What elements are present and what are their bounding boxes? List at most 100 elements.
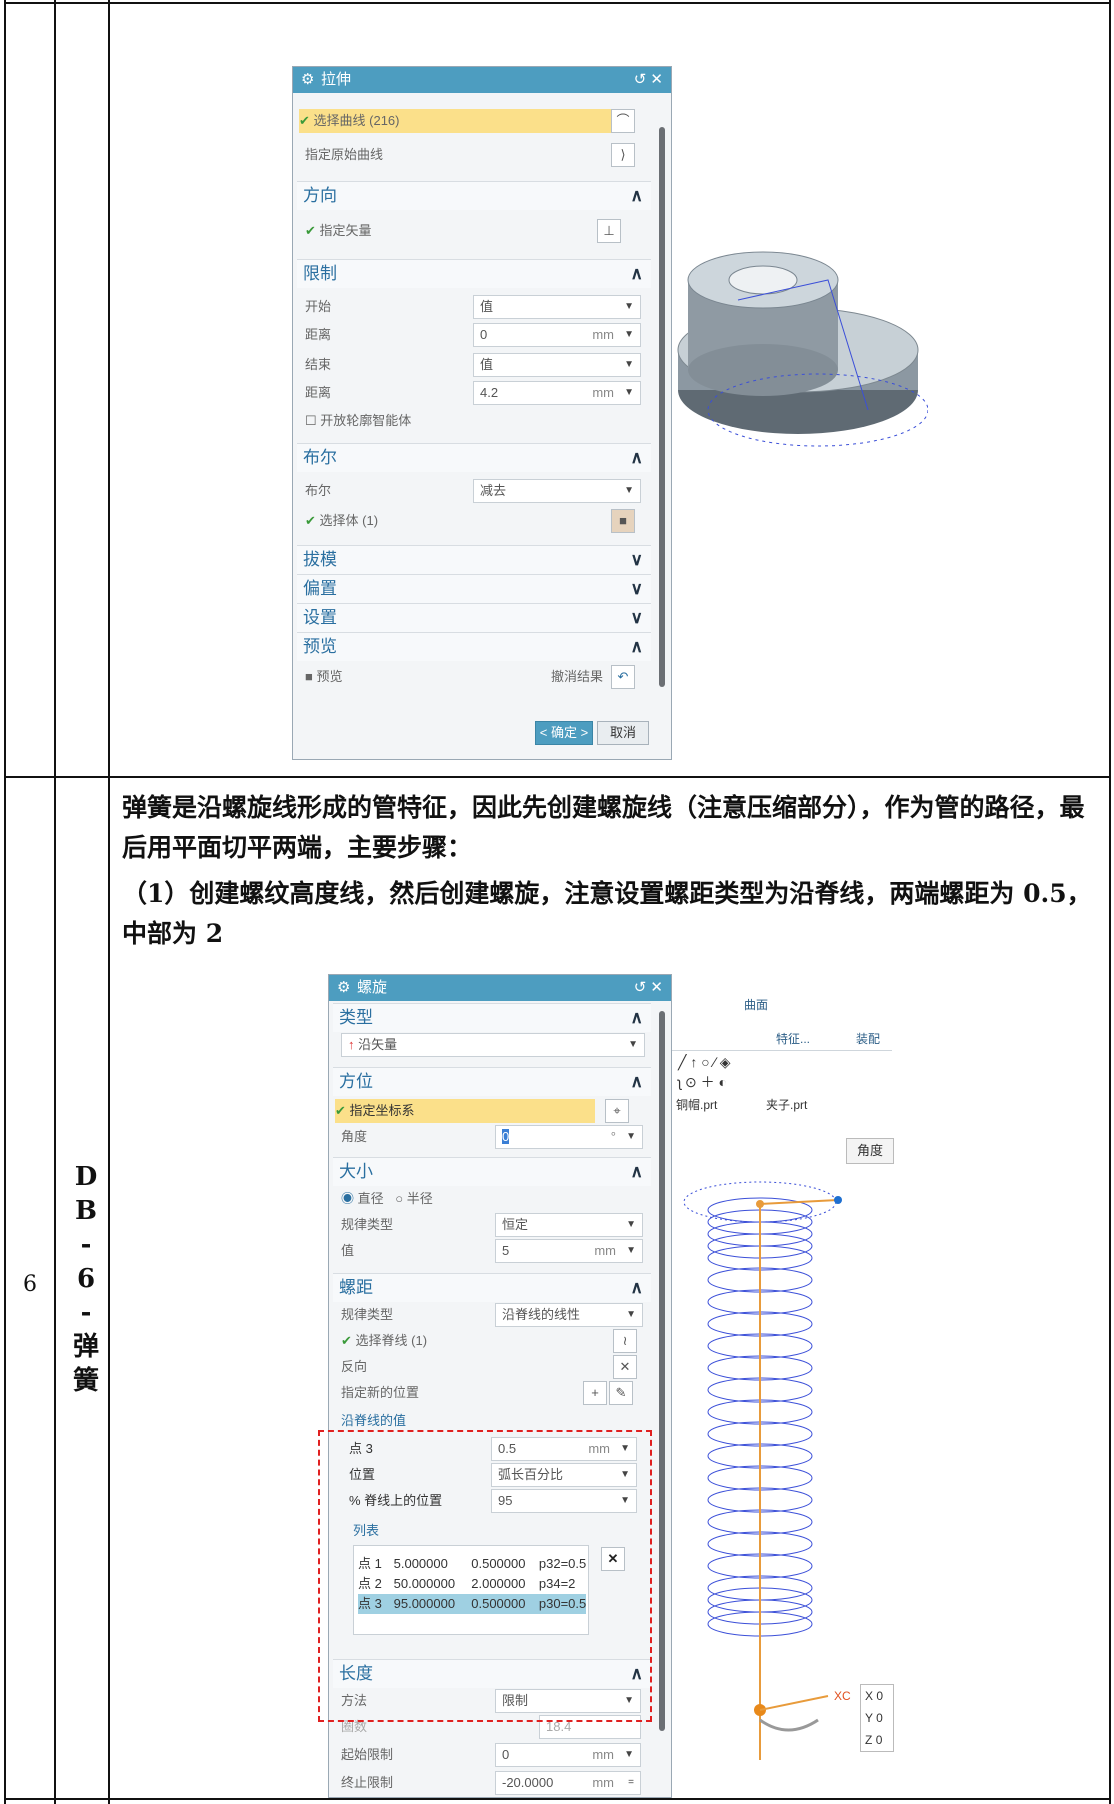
coord-value[interactable]: 0 xyxy=(876,1733,883,1747)
row-name-char: - xyxy=(80,1230,92,1260)
chevron-up-icon: ∧ xyxy=(630,264,643,283)
specify-csys-label: 指定坐标系 xyxy=(349,1103,415,1118)
sketch-tools-icons[interactable]: ╱ ↑ ○ ∕ ◈ xyxy=(678,1054,731,1071)
surface-label[interactable]: 曲面 xyxy=(744,996,768,1013)
specify-vector-label: 指定矢量 xyxy=(319,223,372,238)
boolean-select[interactable]: 减去 ▼ xyxy=(473,479,641,503)
section-preview[interactable]: 预览 ∧ xyxy=(297,632,651,661)
section-preview-title: 预览 xyxy=(303,637,337,656)
specify-vector-row[interactable]: ✔ 指定矢量 xyxy=(305,219,647,243)
end-limit-input[interactable]: -20.0000 mm = xyxy=(495,1771,641,1795)
reset-close-icons[interactable]: ↺ ✕ xyxy=(634,975,663,1001)
table-row-divider xyxy=(4,776,1111,778)
distance-label: 距离 xyxy=(305,327,332,342)
dropdown-icon: ▼ xyxy=(626,1245,636,1256)
start-limit-label: 起始限制 xyxy=(341,1747,394,1762)
tab-tongmao[interactable]: 铜帽.prt xyxy=(676,1096,717,1113)
toolbar-divider xyxy=(672,1050,892,1051)
point-dialog-icon[interactable]: ✎ xyxy=(609,1381,633,1405)
point-icon[interactable]: + xyxy=(583,1381,607,1405)
pitch-law-select[interactable]: 沿脊线的线性 ▼ xyxy=(495,1303,643,1327)
row-name-char: 6 xyxy=(76,1264,96,1294)
diameter-label: 直径 xyxy=(357,1191,384,1206)
checkbox-icon[interactable]: ■ xyxy=(305,669,313,684)
row-name-char: 弹 xyxy=(72,1332,99,1362)
cancel-button[interactable]: 取消 xyxy=(597,721,649,745)
sketch-tools-icons-2[interactable]: ʅ ⊙ ＋ ◐ xyxy=(678,1072,727,1092)
radio-icon[interactable]: ○ xyxy=(395,1191,403,1206)
open-profile-row[interactable]: ☐ 开放轮廓智能体 xyxy=(305,409,647,433)
coord-value[interactable]: 0 xyxy=(876,1711,883,1725)
vector-icon[interactable]: ⊥ xyxy=(597,219,621,243)
check-icon: ✔ xyxy=(341,1333,352,1348)
chevron-up-icon: ∧ xyxy=(630,448,643,467)
spine-point xyxy=(756,1200,764,1208)
scrollbar[interactable] xyxy=(659,1011,665,1731)
instruction-paragraph-2: （1）创建螺纹高度线，然后创建螺旋，注意设置螺距类型为沿脊线，两端螺距为 0.5… xyxy=(122,879,1092,948)
section-pitch[interactable]: 螺距 ∧ xyxy=(333,1273,651,1302)
start-limit-input[interactable]: 0 mm ▼ xyxy=(495,1743,641,1767)
chevron-down-icon: ∨ xyxy=(630,550,643,569)
start-select[interactable]: 值 ▼ xyxy=(473,295,641,319)
xc-axis-label: XC xyxy=(834,1689,851,1703)
extrude-dialog: ⚙ 拉伸 ↺ ✕ ✔ 选择曲线 (216) ⌒ 指定原始曲线 ⟩ 方向 ∧ ✔ … xyxy=(292,66,672,760)
assembly-label[interactable]: 装配 xyxy=(856,1030,880,1047)
type-select[interactable]: ↑ 沿矢量 ▼ xyxy=(341,1033,645,1057)
scrollbar[interactable] xyxy=(659,127,665,687)
section-type[interactable]: 类型 ∧ xyxy=(333,1003,651,1032)
radio-selected-icon[interactable]: ◉ xyxy=(341,1191,354,1206)
distance-input[interactable]: 0 mm ▼ xyxy=(473,323,641,347)
spine-endpoint xyxy=(834,1196,842,1204)
size-value-input[interactable]: 5 mm ▼ xyxy=(495,1239,643,1263)
origin-curve-icon[interactable]: ⟩ xyxy=(611,143,635,167)
end-select[interactable]: 值 ▼ xyxy=(473,353,641,377)
csys-icon[interactable]: ⌖ xyxy=(605,1099,629,1123)
check-icon: ✔ xyxy=(305,223,316,238)
coord-axis: Y xyxy=(865,1711,873,1725)
section-draft-title: 拔模 xyxy=(303,550,337,569)
preview-label: 预览 xyxy=(316,669,343,684)
boolean-value: 减去 xyxy=(480,483,507,498)
origin-curve-label: 指定原始曲线 xyxy=(305,147,384,162)
undo-icon[interactable]: ↶ xyxy=(611,665,635,689)
gear-icon[interactable]: ⚙ xyxy=(301,67,314,93)
curve-rule-icon[interactable]: ⌒ xyxy=(611,109,635,133)
row-name-char: 簧 xyxy=(72,1366,99,1396)
size-law-select[interactable]: 恒定 ▼ xyxy=(495,1213,643,1237)
section-draft[interactable]: 拔模 ∨ xyxy=(297,545,651,574)
section-boolean[interactable]: 布尔 ∧ xyxy=(297,443,651,472)
gear-model-viewport xyxy=(677,251,928,447)
section-size[interactable]: 大小 ∧ xyxy=(333,1157,651,1186)
coord-row: X 0 xyxy=(861,1685,893,1707)
reverse-icon[interactable]: ✕ xyxy=(613,1355,637,1379)
tab-jiazi[interactable]: 夹子.prt xyxy=(766,1096,807,1113)
distance2-input[interactable]: 4.2 mm ▼ xyxy=(473,381,641,405)
ok-button[interactable]: < 确定 > xyxy=(535,721,593,745)
origin-curve-row: 指定原始曲线 xyxy=(305,143,647,167)
section-orientation[interactable]: 方位 ∧ xyxy=(333,1067,651,1096)
feature-label[interactable]: 特征... xyxy=(776,1030,810,1047)
section-limits[interactable]: 限制 ∧ xyxy=(297,259,651,288)
angle-value: 0 xyxy=(502,1129,510,1144)
checkbox-icon[interactable]: ☐ xyxy=(305,413,317,428)
cad-toolbar: 曲面 特征... 装配 ╱ ↑ ○ ∕ ◈ ʅ ⊙ ＋ ◐ xyxy=(672,966,892,1102)
select-curve-row[interactable]: ✔ 选择曲线 (216) xyxy=(299,109,617,133)
angle-input[interactable]: 0 ° ▼ xyxy=(495,1125,643,1149)
section-direction[interactable]: 方向 ∧ xyxy=(297,181,651,210)
along-spine-label: 沿脊线的值 xyxy=(341,1413,407,1428)
spine-icon[interactable]: ≀ xyxy=(613,1329,637,1353)
section-settings[interactable]: 设置 ∨ xyxy=(297,603,651,632)
select-spine-row[interactable]: ✔ 选择脊线 (1) xyxy=(341,1329,647,1353)
specify-csys-row[interactable]: ✔ 指定坐标系 xyxy=(335,1099,595,1123)
section-offset[interactable]: 偏置 ∨ xyxy=(297,574,651,603)
boolean-label: 布尔 xyxy=(305,483,332,498)
dropdown-icon: ▼ xyxy=(624,1749,634,1760)
angle-tag-label: 角度 xyxy=(856,1143,883,1158)
body-icon[interactable]: ■ xyxy=(611,509,635,533)
select-body-row[interactable]: ✔ 选择体 (1) xyxy=(305,509,647,533)
table-border-col1 xyxy=(54,0,56,1804)
coord-value[interactable]: 0 xyxy=(876,1689,883,1703)
reset-close-icons[interactable]: ↺ ✕ xyxy=(634,67,663,93)
gear-icon[interactable]: ⚙ xyxy=(337,975,350,1001)
dropdown-icon: ▼ xyxy=(624,301,634,312)
